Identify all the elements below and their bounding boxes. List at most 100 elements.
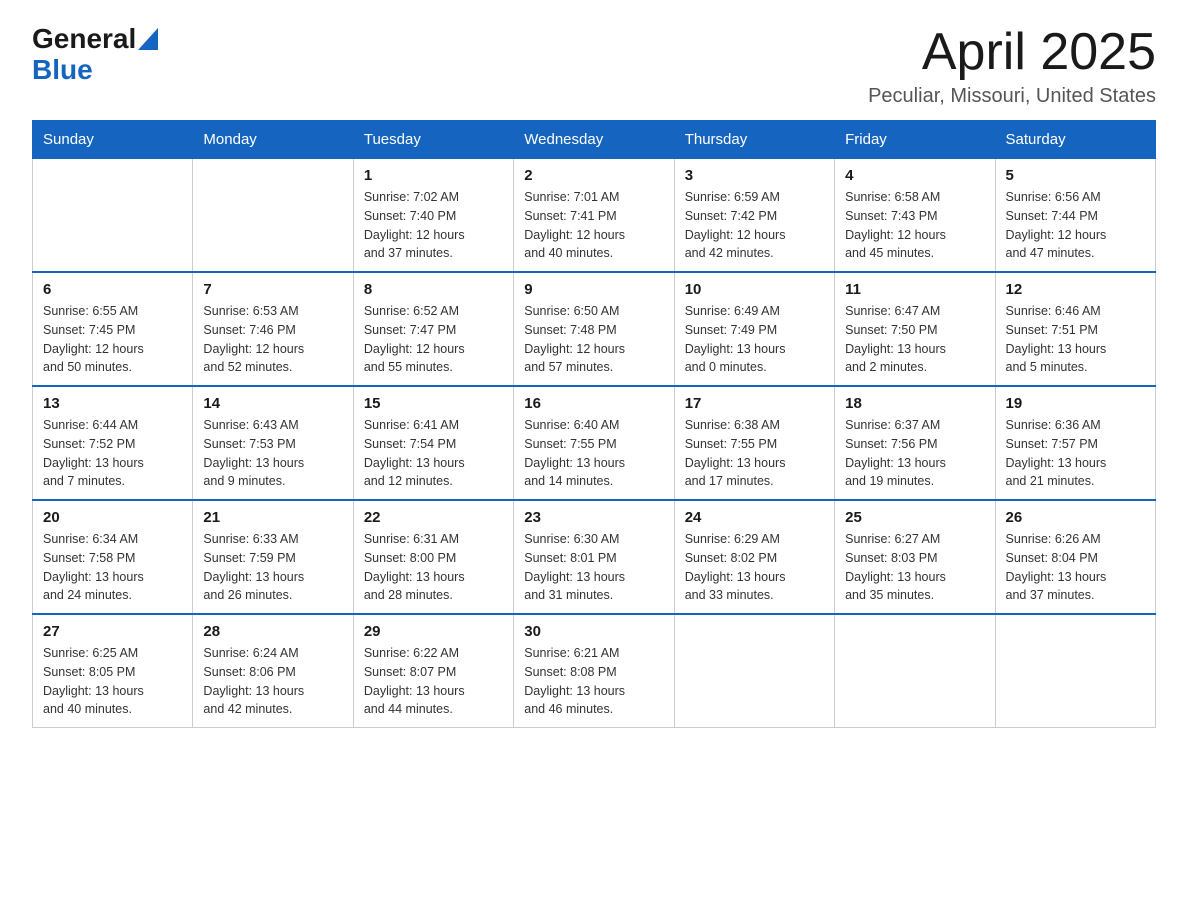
- calendar-cell: 10 Sunrise: 6:49 AM Sunset: 7:49 PM Dayli…: [674, 272, 834, 386]
- calendar-week-row: 1 Sunrise: 7:02 AM Sunset: 7:40 PM Daylig…: [33, 159, 1156, 273]
- day-number: 5: [1006, 167, 1145, 184]
- calendar-cell: 17 Sunrise: 6:38 AM Sunset: 7:55 PM Dayli…: [674, 386, 834, 500]
- day-info: Sunrise: 7:01 AM Sunset: 7:41 PM Dayligh…: [524, 188, 663, 263]
- logo-general: General: [32, 24, 136, 55]
- calendar-cell: 6Sunrise: 6:55 AM Sunset: 7:45 PM Daylig…: [33, 272, 193, 386]
- day-info: Sunrise: 6:36 AM Sunset: 7:57 PM Dayligh…: [1006, 416, 1145, 491]
- calendar-cell: 28 Sunrise: 6:24 AM Sunset: 8:06 PM Dayli…: [193, 614, 353, 728]
- day-number: 24: [685, 509, 824, 526]
- weekday-header-row: SundayMondayTuesdayWednesdayThursdayFrid…: [33, 121, 1156, 159]
- day-number: 27: [43, 623, 182, 640]
- page-header: General Blue April 2025 Peculiar, Missou…: [32, 24, 1156, 108]
- calendar-cell: 24 Sunrise: 6:29 AM Sunset: 8:02 PM Dayli…: [674, 500, 834, 614]
- day-info: Sunrise: 6:21 AM Sunset: 8:08 PM Dayligh…: [524, 644, 663, 719]
- calendar-cell: 14 Sunrise: 6:43 AM Sunset: 7:53 PM Dayli…: [193, 386, 353, 500]
- weekday-header-sunday: Sunday: [33, 121, 193, 159]
- calendar-cell: 19 Sunrise: 6:36 AM Sunset: 7:57 PM Dayli…: [995, 386, 1155, 500]
- calendar-cell: 16Sunrise: 6:40 AM Sunset: 7:55 PM Dayli…: [514, 386, 674, 500]
- calendar-cell: 13 Sunrise: 6:44 AM Sunset: 7:52 PM Dayli…: [33, 386, 193, 500]
- calendar-cell: 21 Sunrise: 6:33 AM Sunset: 7:59 PM Dayli…: [193, 500, 353, 614]
- day-info: Sunrise: 6:25 AM Sunset: 8:05 PM Dayligh…: [43, 644, 182, 719]
- calendar-cell: 27 Sunrise: 6:25 AM Sunset: 8:05 PM Dayli…: [33, 614, 193, 728]
- day-info: Sunrise: 6:52 AM Sunset: 7:47 PM Dayligh…: [364, 302, 503, 377]
- day-number: 13: [43, 395, 182, 412]
- day-info: Sunrise: 6:31 AM Sunset: 8:00 PM Dayligh…: [364, 530, 503, 605]
- day-info: Sunrise: 6:30 AM Sunset: 8:01 PM Dayligh…: [524, 530, 663, 605]
- weekday-header-monday: Monday: [193, 121, 353, 159]
- page-title: April 2025: [868, 24, 1156, 81]
- day-number: 7: [203, 281, 342, 298]
- day-number: 20: [43, 509, 182, 526]
- day-info: Sunrise: 6:53 AM Sunset: 7:46 PM Dayligh…: [203, 302, 342, 377]
- day-number: 25: [845, 509, 984, 526]
- day-info: Sunrise: 6:22 AM Sunset: 8:07 PM Dayligh…: [364, 644, 503, 719]
- calendar-cell: 9 Sunrise: 6:50 AM Sunset: 7:48 PM Daylig…: [514, 272, 674, 386]
- day-info: Sunrise: 6:44 AM Sunset: 7:52 PM Dayligh…: [43, 416, 182, 491]
- weekday-header-wednesday: Wednesday: [514, 121, 674, 159]
- day-info: Sunrise: 6:33 AM Sunset: 7:59 PM Dayligh…: [203, 530, 342, 605]
- calendar-cell: 25Sunrise: 6:27 AM Sunset: 8:03 PM Dayli…: [835, 500, 995, 614]
- calendar-cell: [995, 614, 1155, 728]
- day-info: Sunrise: 6:58 AM Sunset: 7:43 PM Dayligh…: [845, 188, 984, 263]
- day-number: 18: [845, 395, 984, 412]
- weekday-header-friday: Friday: [835, 121, 995, 159]
- day-number: 28: [203, 623, 342, 640]
- day-number: 14: [203, 395, 342, 412]
- calendar-cell: [835, 614, 995, 728]
- day-info: Sunrise: 6:47 AM Sunset: 7:50 PM Dayligh…: [845, 302, 984, 377]
- day-info: Sunrise: 6:43 AM Sunset: 7:53 PM Dayligh…: [203, 416, 342, 491]
- calendar-cell: 18 Sunrise: 6:37 AM Sunset: 7:56 PM Dayli…: [835, 386, 995, 500]
- calendar-cell: 23 Sunrise: 6:30 AM Sunset: 8:01 PM Dayli…: [514, 500, 674, 614]
- day-info: Sunrise: 6:40 AM Sunset: 7:55 PM Dayligh…: [524, 416, 663, 491]
- day-info: Sunrise: 6:29 AM Sunset: 8:02 PM Dayligh…: [685, 530, 824, 605]
- calendar-cell: 5Sunrise: 6:56 AM Sunset: 7:44 PM Daylig…: [995, 159, 1155, 273]
- day-number: 29: [364, 623, 503, 640]
- calendar-week-row: 27 Sunrise: 6:25 AM Sunset: 8:05 PM Dayli…: [33, 614, 1156, 728]
- page-subtitle: Peculiar, Missouri, United States: [868, 85, 1156, 108]
- day-number: 21: [203, 509, 342, 526]
- day-number: 15: [364, 395, 503, 412]
- day-info: Sunrise: 7:02 AM Sunset: 7:40 PM Dayligh…: [364, 188, 503, 263]
- calendar-cell: 26 Sunrise: 6:26 AM Sunset: 8:04 PM Dayli…: [995, 500, 1155, 614]
- day-info: Sunrise: 6:49 AM Sunset: 7:49 PM Dayligh…: [685, 302, 824, 377]
- day-number: 6: [43, 281, 182, 298]
- calendar-cell: 4Sunrise: 6:58 AM Sunset: 7:43 PM Daylig…: [835, 159, 995, 273]
- day-number: 10: [685, 281, 824, 298]
- calendar-cell: 20 Sunrise: 6:34 AM Sunset: 7:58 PM Dayli…: [33, 500, 193, 614]
- calendar-week-row: 6Sunrise: 6:55 AM Sunset: 7:45 PM Daylig…: [33, 272, 1156, 386]
- day-number: 26: [1006, 509, 1145, 526]
- calendar-week-row: 13 Sunrise: 6:44 AM Sunset: 7:52 PM Dayli…: [33, 386, 1156, 500]
- day-number: 9: [524, 281, 663, 298]
- day-info: Sunrise: 6:50 AM Sunset: 7:48 PM Dayligh…: [524, 302, 663, 377]
- day-number: 8: [364, 281, 503, 298]
- day-info: Sunrise: 6:34 AM Sunset: 7:58 PM Dayligh…: [43, 530, 182, 605]
- calendar-cell: 11Sunrise: 6:47 AM Sunset: 7:50 PM Dayli…: [835, 272, 995, 386]
- day-info: Sunrise: 6:37 AM Sunset: 7:56 PM Dayligh…: [845, 416, 984, 491]
- logo: General Blue: [32, 24, 158, 86]
- day-number: 17: [685, 395, 824, 412]
- day-info: Sunrise: 6:38 AM Sunset: 7:55 PM Dayligh…: [685, 416, 824, 491]
- day-number: 3: [685, 167, 824, 184]
- calendar-cell: [193, 159, 353, 273]
- logo-blue: Blue: [32, 55, 93, 86]
- day-number: 19: [1006, 395, 1145, 412]
- calendar-cell: [674, 614, 834, 728]
- day-number: 23: [524, 509, 663, 526]
- calendar-cell: 1 Sunrise: 7:02 AM Sunset: 7:40 PM Daylig…: [353, 159, 513, 273]
- day-info: Sunrise: 6:24 AM Sunset: 8:06 PM Dayligh…: [203, 644, 342, 719]
- day-number: 1: [364, 167, 503, 184]
- title-block: April 2025 Peculiar, Missouri, United St…: [868, 24, 1156, 108]
- calendar-cell: 15 Sunrise: 6:41 AM Sunset: 7:54 PM Dayli…: [353, 386, 513, 500]
- calendar-cell: 12Sunrise: 6:46 AM Sunset: 7:51 PM Dayli…: [995, 272, 1155, 386]
- day-info: Sunrise: 6:46 AM Sunset: 7:51 PM Dayligh…: [1006, 302, 1145, 377]
- calendar-week-row: 20 Sunrise: 6:34 AM Sunset: 7:58 PM Dayli…: [33, 500, 1156, 614]
- day-number: 30: [524, 623, 663, 640]
- day-number: 2: [524, 167, 663, 184]
- calendar-cell: 7 Sunrise: 6:53 AM Sunset: 7:46 PM Daylig…: [193, 272, 353, 386]
- day-info: Sunrise: 6:26 AM Sunset: 8:04 PM Dayligh…: [1006, 530, 1145, 605]
- weekday-header-tuesday: Tuesday: [353, 121, 513, 159]
- calendar-cell: 30 Sunrise: 6:21 AM Sunset: 8:08 PM Dayli…: [514, 614, 674, 728]
- calendar-cell: 22Sunrise: 6:31 AM Sunset: 8:00 PM Dayli…: [353, 500, 513, 614]
- day-info: Sunrise: 6:41 AM Sunset: 7:54 PM Dayligh…: [364, 416, 503, 491]
- calendar-cell: 3Sunrise: 6:59 AM Sunset: 7:42 PM Daylig…: [674, 159, 834, 273]
